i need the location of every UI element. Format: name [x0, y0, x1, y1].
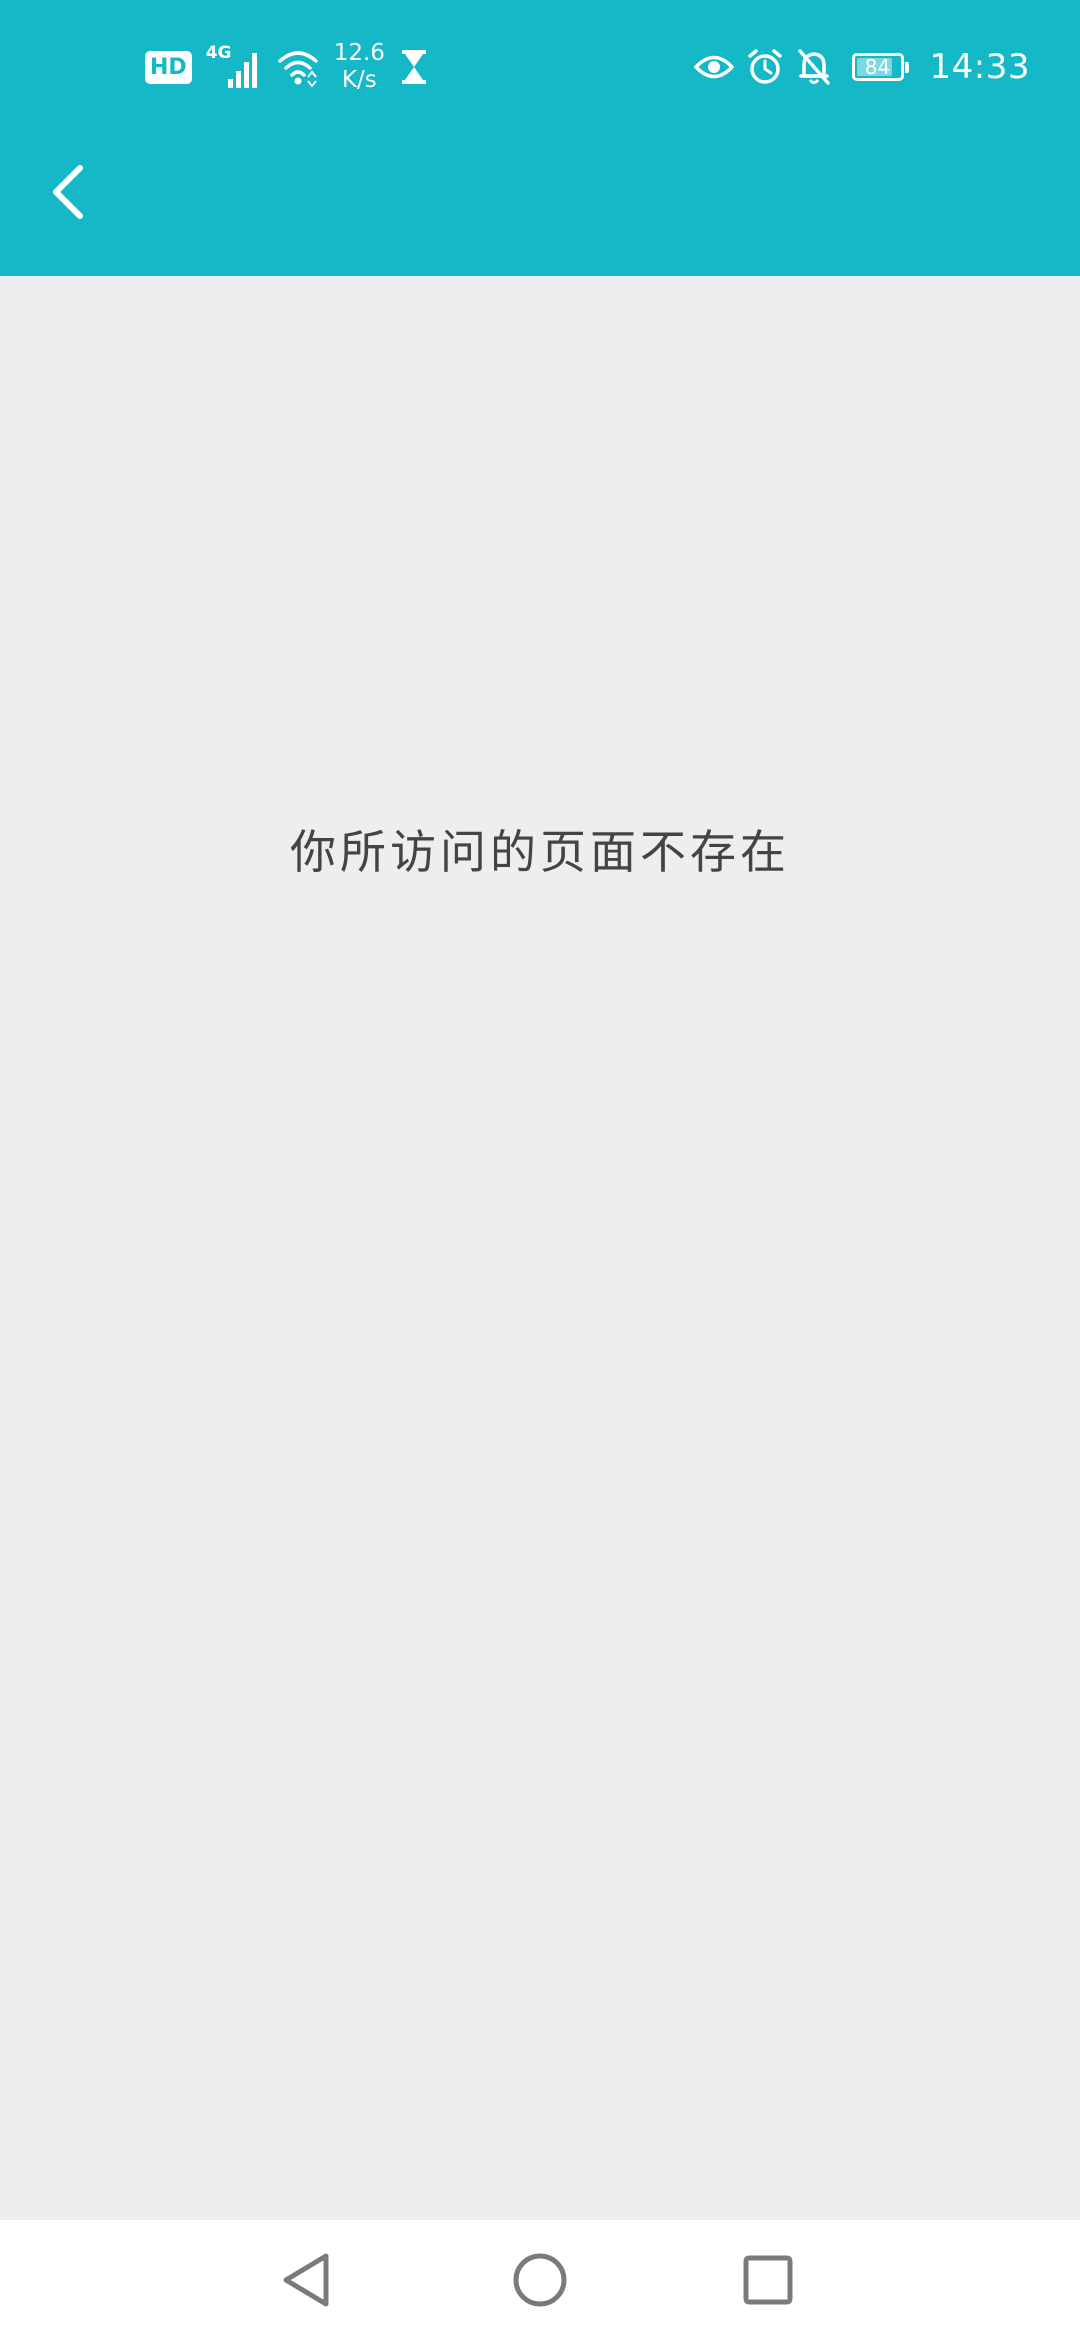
page-not-found-message: 你所访问的页面不存在 [290, 825, 790, 879]
status-time: 14:33 [929, 47, 1030, 87]
battery-icon: 84 [851, 53, 909, 81]
eye-icon [693, 52, 734, 82]
hd-icon: HD [145, 50, 192, 84]
status-bar: HD 4G 12.6 K/s 84 14:33 [0, 0, 1080, 132]
alarm-icon [746, 48, 784, 86]
battery-tip [904, 62, 909, 73]
back-button[interactable] [28, 152, 108, 232]
chevron-left-icon [53, 165, 83, 219]
main-content: 你所访问的页面不存在 [0, 276, 1080, 2220]
bell-off-icon [796, 48, 832, 86]
network-speed-value: 12.6 [333, 40, 385, 66]
nav-back-button[interactable] [266, 2238, 350, 2322]
app-header: HD 4G 12.6 K/s 84 14:33 [0, 0, 1080, 276]
network-speed-unit: K/s [341, 67, 377, 93]
nav-recents-button[interactable] [726, 2238, 810, 2322]
status-bar-left: HD 4G 12.6 K/s [145, 38, 429, 96]
recents-square-icon [743, 2255, 793, 2305]
status-bar-right: 84 14:33 [693, 38, 1030, 96]
home-circle-icon [513, 2253, 567, 2307]
navigation-bar [0, 2220, 1080, 2340]
back-triangle-icon [283, 2253, 329, 2307]
signal-icon: 4G [206, 45, 262, 89]
hourglass-icon [399, 48, 429, 86]
battery-level: 84 [864, 55, 891, 79]
network-speed: 12.6 K/s [334, 40, 385, 94]
nav-home-button[interactable] [498, 2238, 582, 2322]
wifi-icon [276, 47, 320, 88]
